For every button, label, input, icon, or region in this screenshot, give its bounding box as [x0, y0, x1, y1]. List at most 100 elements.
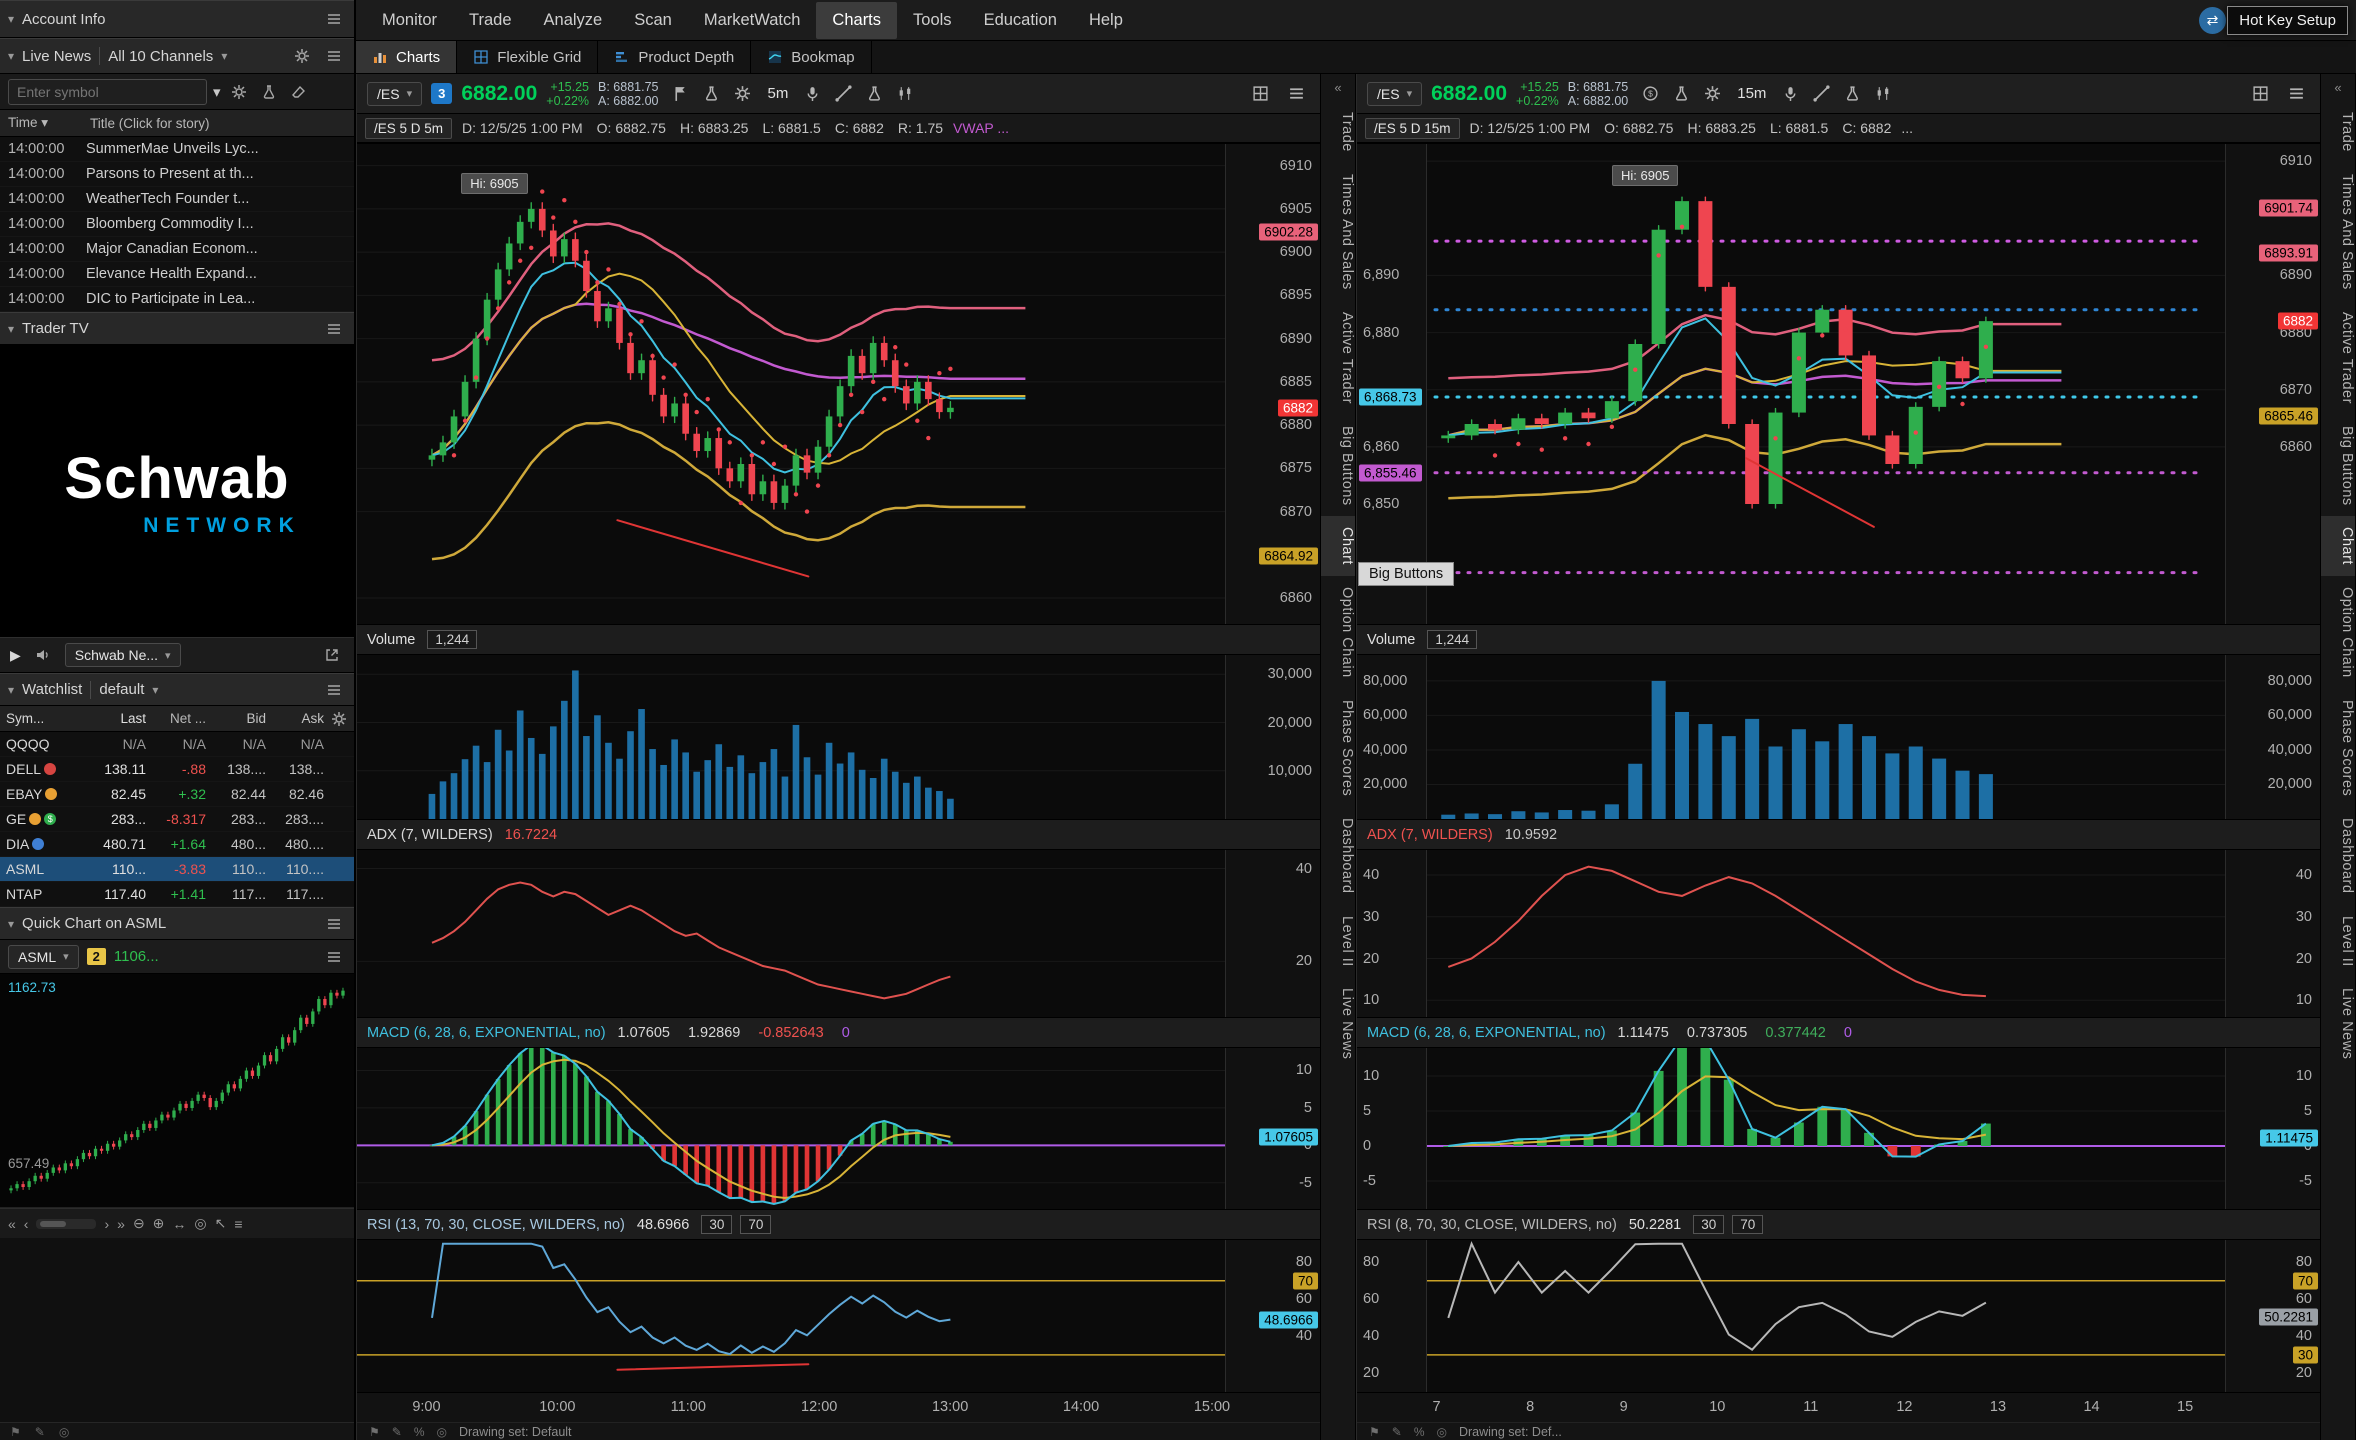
right-volume-axis-left[interactable]: 80,00060,00040,00020,000 — [1357, 655, 1427, 819]
jump-start-icon[interactable]: « — [8, 1216, 16, 1232]
left-price-plot[interactable]: Hi: 6905 — [357, 144, 1225, 624]
menu-item-monitor[interactable]: Monitor — [366, 2, 453, 39]
watchlist-col-3[interactable]: Bid — [206, 711, 266, 726]
trader-tv-header[interactable]: ▾ Trader TV — [0, 312, 354, 345]
flag-icon[interactable]: ⚑ — [369, 1425, 380, 1439]
collapse-chevron-icon[interactable]: « — [2334, 74, 2341, 101]
left-price-axis[interactable]: 6910690569006895689068856880687568706860… — [1225, 144, 1320, 624]
target-icon[interactable]: ◎ — [1437, 1425, 1447, 1439]
percent-icon[interactable]: % — [414, 1425, 425, 1439]
edit-icon[interactable]: ✎ — [1392, 1425, 1402, 1439]
gadget-tab-chart[interactable]: Chart — [2321, 516, 2355, 576]
right-volume-plot[interactable] — [1427, 655, 2225, 819]
right-adx-axis-left[interactable]: 40302010 — [1357, 850, 1427, 1017]
menu-icon[interactable] — [322, 945, 346, 969]
chart-scrollbar[interactable] — [36, 1219, 96, 1229]
collapse-chevron-icon[interactable]: « — [1334, 74, 1341, 101]
layers-icon[interactable]: ≡ — [234, 1216, 242, 1232]
edit-icon[interactable]: ✎ — [392, 1425, 402, 1439]
right-rsi-plot[interactable] — [1427, 1240, 2225, 1392]
symbol-link-badge[interactable]: 3 — [431, 83, 452, 104]
gadget-tab-live-news[interactable]: Live News — [2321, 977, 2355, 1070]
cursor-icon[interactable]: ↖ — [215, 1215, 227, 1232]
symbol-combo[interactable]: /ES▾ — [367, 82, 422, 106]
account-info-header[interactable]: ▾ Account Info — [0, 0, 354, 38]
candlestick-pattern-icon[interactable] — [892, 80, 919, 107]
watchlist-row[interactable]: EBAY82.45+.3282.4482.46 — [0, 782, 354, 807]
step-left-icon[interactable]: ‹ — [24, 1216, 29, 1232]
watchlist-row[interactable]: GE$283...-8.317283...283.... — [0, 807, 354, 832]
grid-layout-icon[interactable] — [1247, 80, 1274, 107]
menu-item-marketwatch[interactable]: MarketWatch — [688, 2, 817, 39]
watchlist-row[interactable]: DELL138.11-.88138....138... — [0, 757, 354, 782]
quick-chart-plot[interactable]: 1162.73 657.49 — [0, 974, 354, 1208]
news-row[interactable]: 14:00:00Major Canadian Econom... — [0, 237, 354, 262]
watchlist-row[interactable]: ASML110...-3.83110...110.... — [0, 857, 354, 882]
menu-item-tools[interactable]: Tools — [897, 2, 968, 39]
percent-icon[interactable]: % — [1414, 1425, 1425, 1439]
flask-icon[interactable] — [257, 80, 281, 104]
studies-beaker-icon[interactable] — [698, 80, 725, 107]
watchlist-col-0[interactable]: Sym... — [6, 711, 84, 726]
menu-icon[interactable] — [322, 44, 346, 68]
crosshair-icon[interactable]: ◎ — [194, 1215, 206, 1232]
gadget-tab-level-ii[interactable]: Level II — [2321, 905, 2355, 978]
studies-flask-icon[interactable] — [861, 80, 888, 107]
left-volume-plot[interactable] — [357, 655, 1225, 819]
target-icon[interactable]: ◎ — [59, 1425, 69, 1439]
edit-icon[interactable]: ✎ — [35, 1425, 45, 1439]
gadget-tab-phase-scores[interactable]: Phase Scores — [2321, 689, 2355, 807]
left-rsi-plot[interactable] — [357, 1240, 1225, 1392]
gadget-tab-dashboard[interactable]: Dashboard — [2321, 807, 2355, 904]
left-macd-axis[interactable]: 1050-51.07605 — [1225, 1048, 1320, 1209]
right-price-plot[interactable]: Hi: 6905 — [1427, 144, 2225, 624]
pan-icon[interactable]: ↔ — [172, 1216, 186, 1232]
timeframe-button[interactable]: 15m — [1730, 83, 1773, 104]
gadget-tab-chart[interactable]: Chart — [1321, 516, 1355, 576]
zoom-out-icon[interactable]: ⊖ — [133, 1215, 145, 1232]
flag-icon[interactable]: ⚑ — [10, 1425, 21, 1439]
news-col-time[interactable]: Time ▾ — [8, 115, 86, 131]
left-adx-axis[interactable]: 4020 — [1225, 850, 1320, 1017]
news-col-title[interactable]: Title (Click for story) — [90, 116, 210, 131]
news-row[interactable]: 14:00:00WeatherTech Founder t... — [0, 187, 354, 212]
gadget-tab-big-buttons[interactable]: Big Buttons — [2321, 415, 2355, 517]
timeframe-button[interactable]: 5m — [760, 83, 795, 104]
microphone-icon[interactable] — [1777, 80, 1804, 107]
watchlist-col-2[interactable]: Net ... — [146, 711, 206, 726]
zoom-in-icon[interactable]: ⊕ — [153, 1215, 165, 1232]
symbol-combo[interactable]: /ES▾ — [1367, 82, 1422, 106]
scrollbar-thumb[interactable] — [40, 1221, 66, 1227]
drawing-set-label[interactable]: Drawing set: Default — [459, 1425, 572, 1439]
play-icon[interactable]: ▶ — [10, 647, 21, 664]
gear-icon[interactable] — [227, 80, 251, 104]
studies-flask-icon[interactable] — [1839, 80, 1866, 107]
right-adx-axis[interactable]: 40302010 — [2225, 850, 2320, 1017]
trendline-drawing-icon[interactable] — [1808, 80, 1835, 107]
right-macd-plot[interactable] — [1427, 1048, 2225, 1209]
left-rsi-axis[interactable]: 8060407048.6966 — [1225, 1240, 1320, 1392]
studies-beaker-icon[interactable] — [1668, 80, 1695, 107]
symbol-search-input[interactable] — [8, 79, 207, 105]
left-adx-plot[interactable] — [357, 850, 1225, 1017]
menu-item-scan[interactable]: Scan — [618, 2, 688, 39]
gadget-tab-times-and-sales[interactable]: Times And Sales — [2321, 163, 2355, 301]
speaker-icon[interactable] — [31, 643, 55, 667]
sync-arrows-icon[interactable]: ⇄ — [2199, 7, 2226, 34]
chevron-down-icon[interactable]: ▾ — [213, 83, 221, 101]
gadget-tab-option-chain[interactable]: Option Chain — [1321, 576, 1355, 689]
watchlist-header[interactable]: ▾ Watchlist default ▾ — [0, 673, 354, 706]
eraser-icon[interactable] — [287, 80, 311, 104]
workspace-tab-product-depth[interactable]: Product Depth — [598, 41, 751, 73]
link-group-badge[interactable]: 2 — [87, 948, 106, 965]
microphone-icon[interactable] — [799, 80, 826, 107]
alert-flag-icon[interactable] — [667, 80, 694, 107]
right-macd-axis-left[interactable]: 1050-5 — [1357, 1048, 1427, 1209]
right-macd-axis[interactable]: 1050-51.11475 — [2225, 1048, 2320, 1209]
candlestick-pattern-icon[interactable] — [1870, 80, 1897, 107]
drawing-set-label[interactable]: Drawing set: Def... — [1459, 1425, 1562, 1439]
menu-item-analyze[interactable]: Analyze — [528, 2, 619, 39]
menu-icon[interactable] — [1283, 80, 1310, 107]
gadget-tab-level-ii[interactable]: Level II — [1321, 905, 1355, 978]
watchlist-row[interactable]: QQQQN/AN/AN/AN/A — [0, 732, 354, 757]
